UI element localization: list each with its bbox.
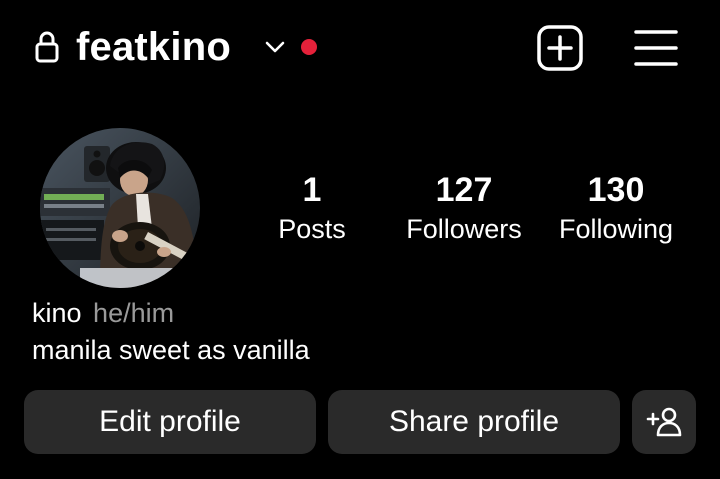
stat-following-label: Following: [558, 214, 674, 244]
hamburger-menu-icon: [634, 30, 678, 66]
display-name-line: kino he/him: [32, 295, 174, 331]
stat-posts-count: 1: [302, 171, 322, 209]
stat-following-count: 130: [587, 171, 645, 209]
stat-followers[interactable]: 127 Followers: [394, 170, 534, 246]
share-profile-button[interactable]: Share profile: [328, 390, 620, 454]
edit-profile-button[interactable]: Edit profile: [24, 390, 316, 454]
stat-posts-label: Posts: [278, 214, 346, 244]
plus-square-icon: [537, 25, 583, 71]
stat-following[interactable]: 130 Following: [548, 170, 684, 246]
notification-dot: [301, 39, 317, 55]
display-name: kino: [32, 298, 82, 328]
pronouns: he/him: [93, 298, 175, 328]
discover-people-button[interactable]: [632, 390, 696, 454]
profile-photo[interactable]: [40, 128, 200, 288]
bio-text: manila sweet as vanilla: [32, 335, 310, 365]
chevron-down-icon[interactable]: [264, 38, 286, 56]
menu-button[interactable]: [630, 26, 682, 70]
lock-icon: [34, 30, 60, 64]
stat-followers-count: 127: [435, 171, 493, 209]
add-person-icon: [646, 407, 682, 437]
new-post-button[interactable]: [536, 24, 584, 72]
stat-posts[interactable]: 1 Posts: [262, 170, 362, 246]
profile-username[interactable]: featkino: [76, 22, 231, 72]
stat-followers-label: Followers: [406, 214, 522, 244]
